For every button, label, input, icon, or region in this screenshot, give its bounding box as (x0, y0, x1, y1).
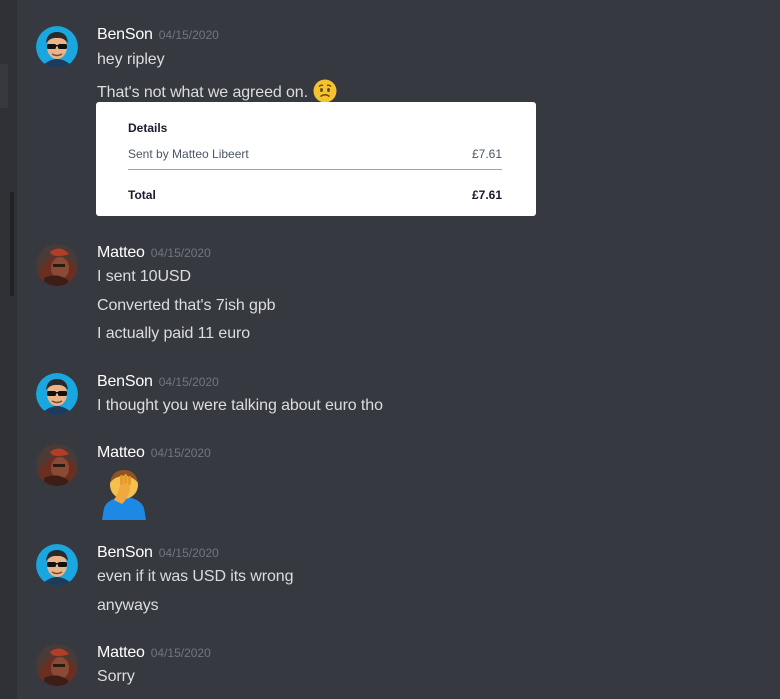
benson-avatar[interactable] (36, 373, 78, 415)
username[interactable]: BenSon (97, 544, 153, 561)
message-header: BenSon 04/15/2020 (97, 373, 219, 395)
benson-avatar[interactable] (36, 544, 78, 586)
message-header: BenSon 04/15/2020 (97, 544, 219, 566)
message-text: I thought you were talking about euro th… (97, 397, 383, 414)
payment-details-embed: Details Sent by Matteo Libeert £7.61 Tot… (96, 102, 536, 216)
timestamp: 04/15/2020 (158, 28, 219, 42)
message-text: anyways (97, 597, 159, 614)
message-header: Matteo 04/15/2020 (97, 644, 211, 666)
username[interactable]: Matteo (97, 244, 145, 261)
embed-row-amount: £7.61 (471, 147, 502, 161)
timestamp: 04/15/2020 (158, 546, 219, 560)
message-header: Matteo 04/15/2020 (97, 244, 211, 266)
message-text: Sorry (97, 668, 135, 685)
timestamp: 04/15/2020 (158, 375, 219, 389)
message-text: hey ripley (97, 51, 165, 68)
embed-heading: Details (128, 121, 168, 135)
embed-row-label: Sent by Matteo Libeert (128, 147, 249, 161)
message-header: Matteo 04/15/2020 (97, 444, 211, 466)
server-sidebar-edge (0, 0, 17, 699)
timestamp: 04/15/2020 (150, 446, 211, 460)
username[interactable]: Matteo (97, 644, 145, 661)
message-text: I sent 10USD (97, 268, 191, 285)
timestamp: 04/15/2020 (150, 646, 211, 660)
message-text: I actually paid 11 euro (97, 325, 251, 342)
message-text: That's not what we agreed on. (97, 84, 308, 101)
sidebar-block (0, 64, 8, 108)
username[interactable]: BenSon (97, 26, 153, 43)
username[interactable]: BenSon (97, 373, 153, 390)
embed-total-label: Total (128, 188, 156, 202)
embed-total-amount: £7.61 (471, 188, 502, 202)
sidebar-scrollbar[interactable] (10, 192, 14, 296)
matteo-avatar[interactable] (36, 644, 78, 686)
matteo-avatar[interactable] (36, 244, 78, 286)
message-text: even if it was USD its wrong (97, 568, 294, 585)
message-header: BenSon 04/15/2020 (97, 26, 219, 48)
embed-divider (128, 169, 502, 170)
message-text: Converted that's 7ish gpb (97, 297, 276, 314)
matteo-avatar[interactable] (36, 444, 78, 486)
benson-avatar[interactable] (36, 26, 78, 68)
timestamp: 04/15/2020 (150, 246, 211, 260)
username[interactable]: Matteo (97, 444, 145, 461)
facepalm-emoji (100, 464, 148, 520)
